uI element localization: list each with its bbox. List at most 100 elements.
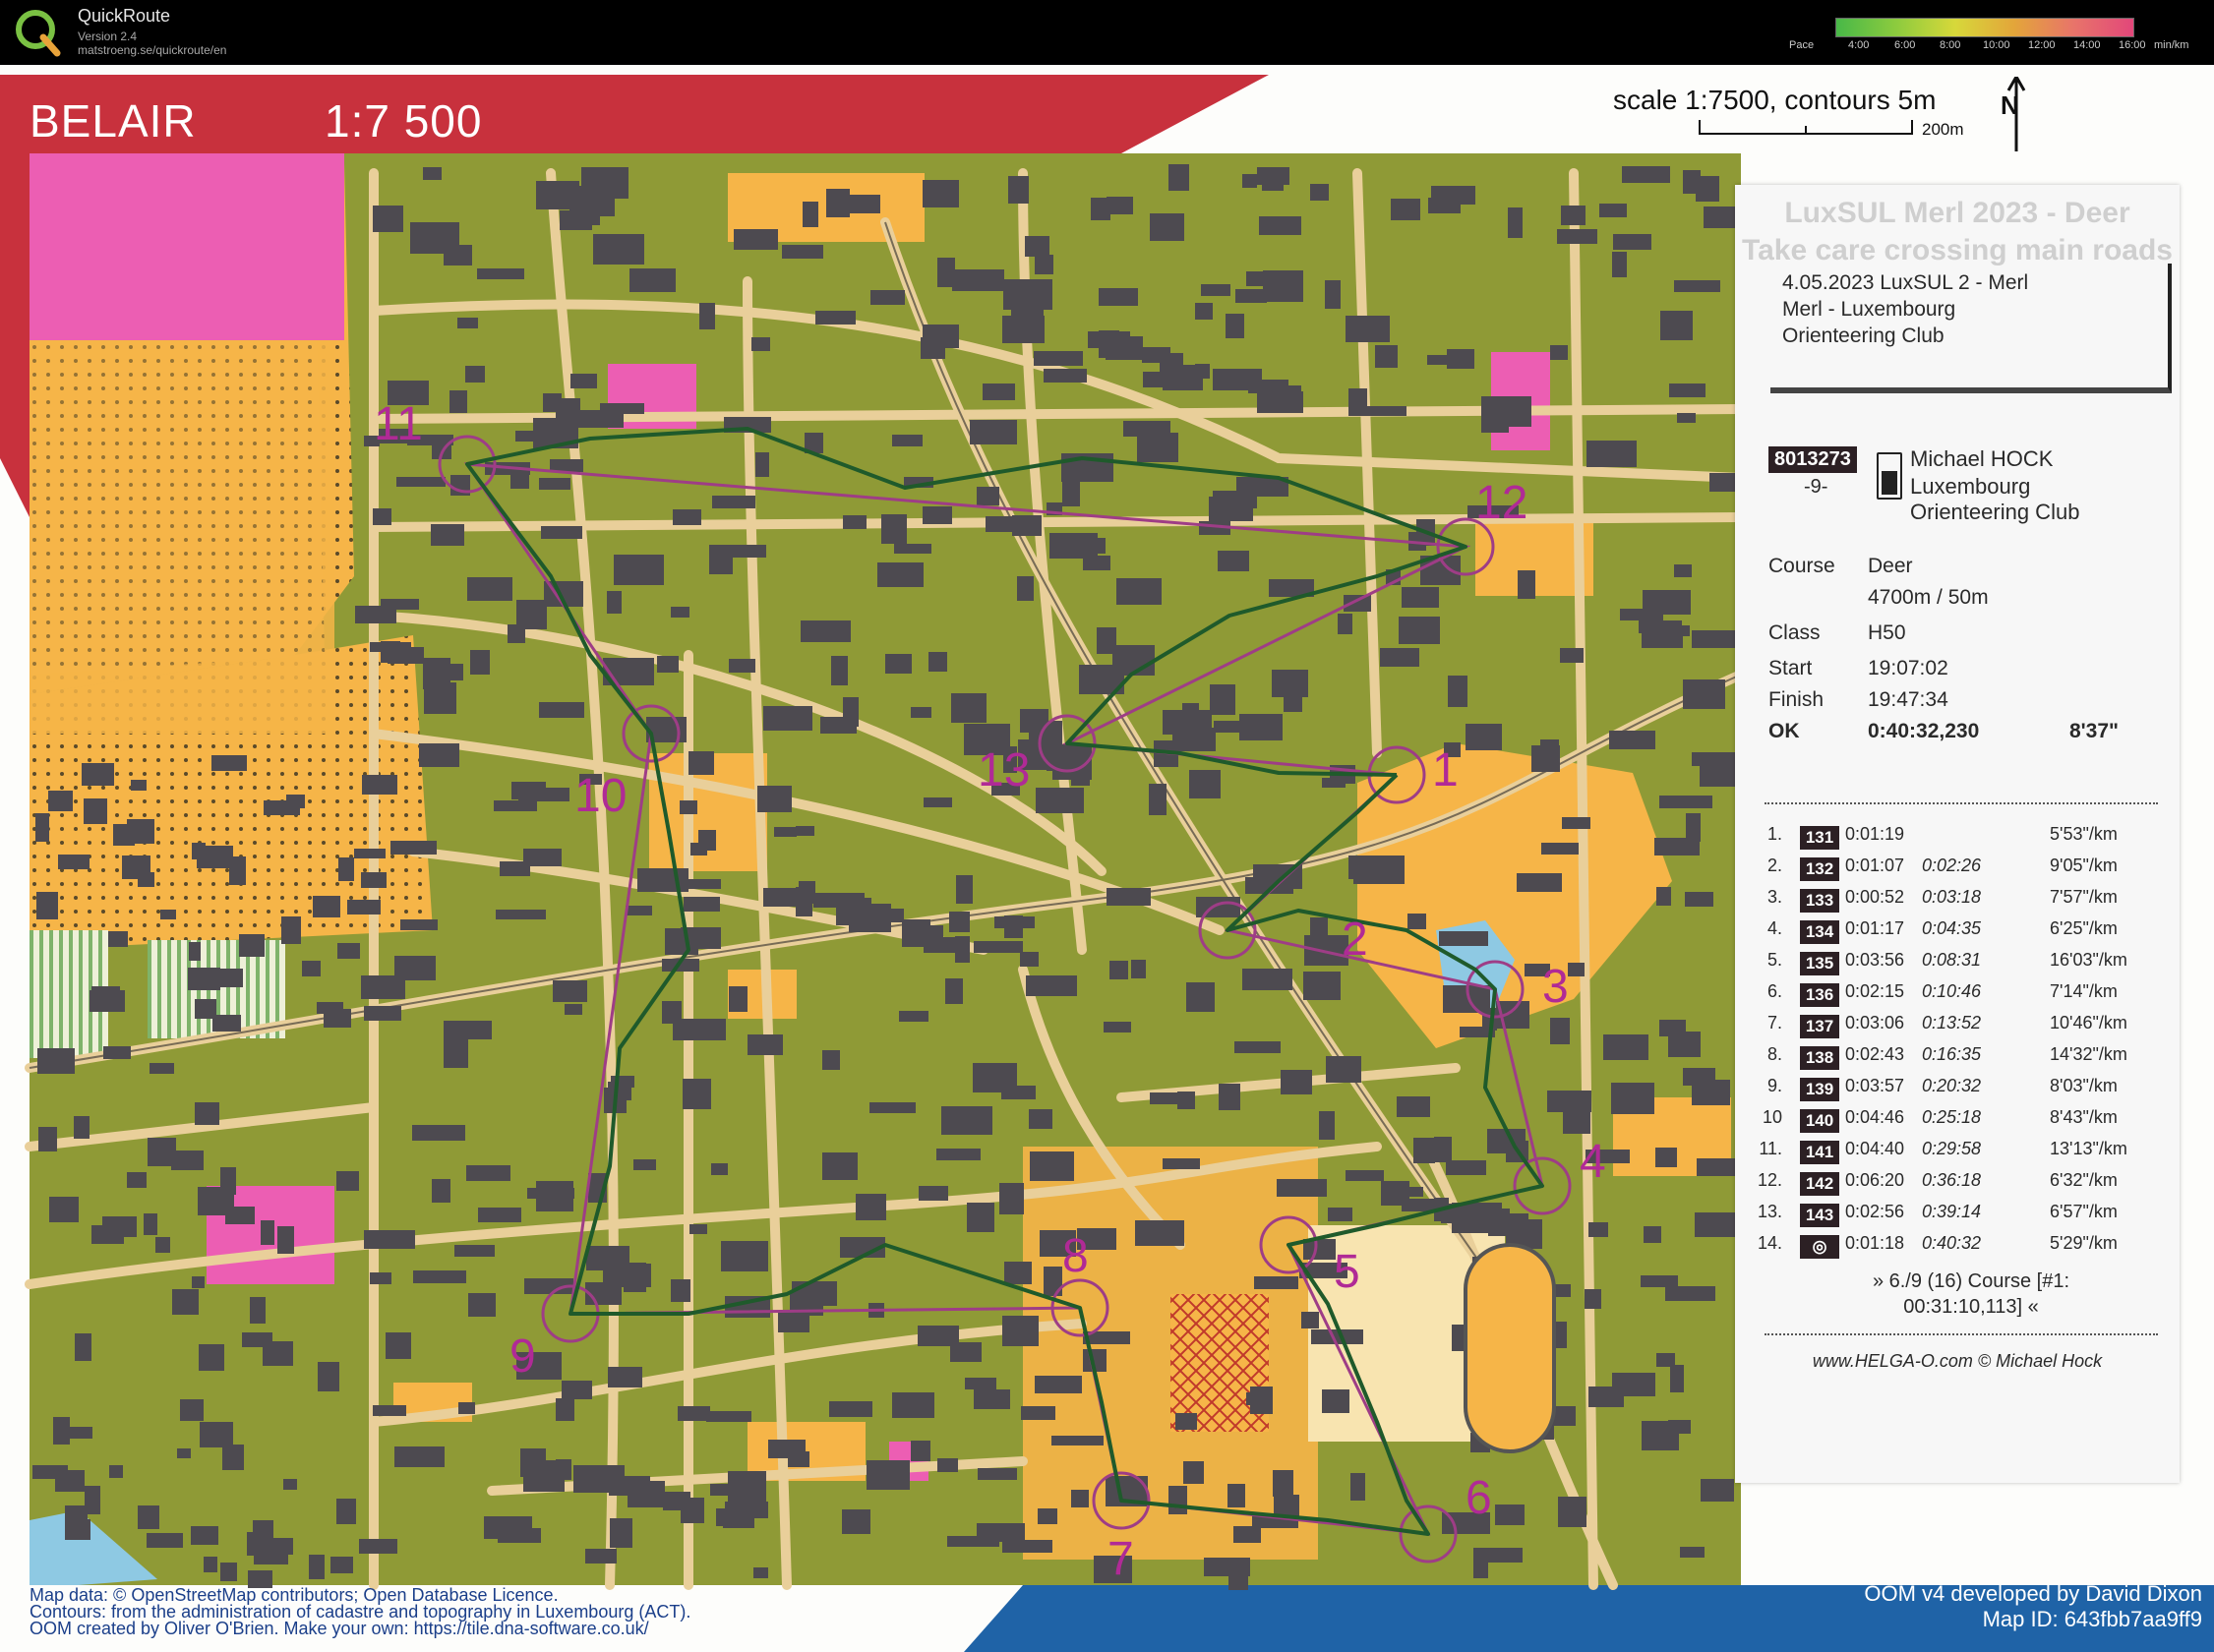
building xyxy=(1585,1289,1601,1309)
building xyxy=(918,1326,959,1346)
building xyxy=(38,1127,57,1151)
building xyxy=(1051,1436,1104,1446)
building xyxy=(1558,1497,1586,1527)
split-row: 5. 135 0:03:56 0:08:31 16'03"/km xyxy=(1755,950,2168,981)
building xyxy=(748,1034,783,1055)
split-cumulative: 0:04:35 xyxy=(1922,918,1982,938)
building xyxy=(373,206,403,232)
pace-tick: 10:00 xyxy=(1983,39,2010,51)
split-index: 1. xyxy=(1766,824,1782,844)
building xyxy=(225,1207,255,1224)
building xyxy=(49,1197,79,1222)
building xyxy=(575,410,624,428)
building xyxy=(511,782,546,799)
building xyxy=(1246,1392,1269,1405)
splits-receipt: LuxSUL Merl 2023 - Deer Take care crossi… xyxy=(1735,185,2180,1483)
split-control-code: 142 xyxy=(1800,1172,1839,1196)
building xyxy=(1071,1490,1089,1507)
building xyxy=(1439,931,1488,946)
building xyxy=(1346,316,1390,342)
app-url-link[interactable]: matstroeng.se/quickroute/en xyxy=(78,43,226,57)
pace-scale-ticks: 4:00 6:00 8:00 10:00 12:00 14:00 16:00 xyxy=(1835,39,2170,53)
app-title: QuickRoute xyxy=(78,6,171,26)
building xyxy=(1427,355,1448,365)
control-number: 5 xyxy=(1334,1246,1360,1298)
building xyxy=(211,755,247,771)
building xyxy=(494,800,537,811)
building xyxy=(37,1048,75,1074)
building xyxy=(1643,590,1691,615)
building xyxy=(496,910,546,919)
pace-tick: 8:00 xyxy=(1940,39,1961,51)
building xyxy=(729,659,755,673)
split-time: 0:01:18 xyxy=(1845,1233,1905,1253)
splits-table: 1. 131 0:01:19 5'53"/km 2. 132 0:01:07 0:02:26 9… xyxy=(1755,824,2168,1265)
building xyxy=(1346,1170,1384,1181)
building xyxy=(1674,564,1692,577)
building xyxy=(457,318,478,328)
course-length: 4700m / 50m xyxy=(1868,586,1989,609)
building xyxy=(945,978,963,1004)
building xyxy=(949,912,970,932)
building xyxy=(1402,587,1439,608)
building xyxy=(1149,784,1167,815)
building xyxy=(633,1159,656,1170)
split-pace: 14'32"/km xyxy=(2050,1044,2127,1064)
building xyxy=(1397,1096,1430,1117)
split-row: 7. 137 0:03:06 0:13:52 10'46"/km xyxy=(1755,1013,2168,1044)
split-row: 14. ◎ 0:01:18 0:40:32 5'29"/km xyxy=(1755,1233,2168,1265)
oom-credits: OOM v4 developed by David Dixon Map ID: … xyxy=(1864,1581,2202,1632)
building xyxy=(1213,369,1262,390)
split-time: 0:03:57 xyxy=(1845,1076,1905,1095)
building xyxy=(725,1502,768,1518)
ok-label: OK xyxy=(1768,720,1800,742)
building xyxy=(277,1226,294,1254)
building xyxy=(1107,197,1133,214)
split-pace: 10'46"/km xyxy=(2050,1013,2127,1032)
split-cumulative: 0:02:26 xyxy=(1922,856,1982,875)
building xyxy=(1272,670,1308,697)
split-cumulative: 0:20:32 xyxy=(1922,1076,1982,1095)
building xyxy=(1473,1548,1488,1578)
building xyxy=(1091,198,1110,220)
finish-time: 19:47:34 xyxy=(1868,688,1948,711)
building xyxy=(1375,345,1398,368)
building xyxy=(1017,576,1034,601)
building xyxy=(543,393,562,412)
building xyxy=(1150,213,1184,241)
building xyxy=(657,656,679,673)
building xyxy=(1233,1526,1261,1543)
split-row: 6. 136 0:02:15 0:10:46 7'14"/km xyxy=(1755,981,2168,1013)
pace-tick: 14:00 xyxy=(2073,39,2101,51)
control-number: 9 xyxy=(509,1330,536,1383)
building xyxy=(801,620,851,642)
split-pace: 8'43"/km xyxy=(2050,1107,2118,1127)
split-time: 0:03:56 xyxy=(1845,950,1905,970)
building xyxy=(936,1149,981,1160)
building xyxy=(673,509,701,525)
building xyxy=(1163,710,1212,735)
building xyxy=(1701,1479,1734,1502)
building xyxy=(412,1125,465,1141)
building xyxy=(359,1539,397,1554)
building xyxy=(892,1392,934,1418)
pace-tick: 12:00 xyxy=(2028,39,2056,51)
building xyxy=(1656,887,1671,906)
building xyxy=(1219,1084,1240,1110)
building xyxy=(822,1050,840,1070)
map-canvas[interactable]: BELAIR 1:7 500 scale 1:7500, contours 5m… xyxy=(0,65,2214,1652)
building xyxy=(1508,207,1523,238)
building xyxy=(1034,351,1083,366)
building xyxy=(150,1063,174,1074)
split-index: 4. xyxy=(1766,918,1782,938)
battery-icon xyxy=(1877,452,1902,500)
building xyxy=(1116,578,1162,605)
building xyxy=(318,1362,339,1391)
building xyxy=(1669,384,1705,397)
split-pace: 16'03"/km xyxy=(2050,950,2127,970)
building xyxy=(1311,1329,1363,1344)
building xyxy=(1568,963,1585,976)
runner-club: Luxembourg Orienteering Club xyxy=(1910,474,2080,524)
building xyxy=(1622,166,1652,183)
building xyxy=(721,1241,768,1271)
